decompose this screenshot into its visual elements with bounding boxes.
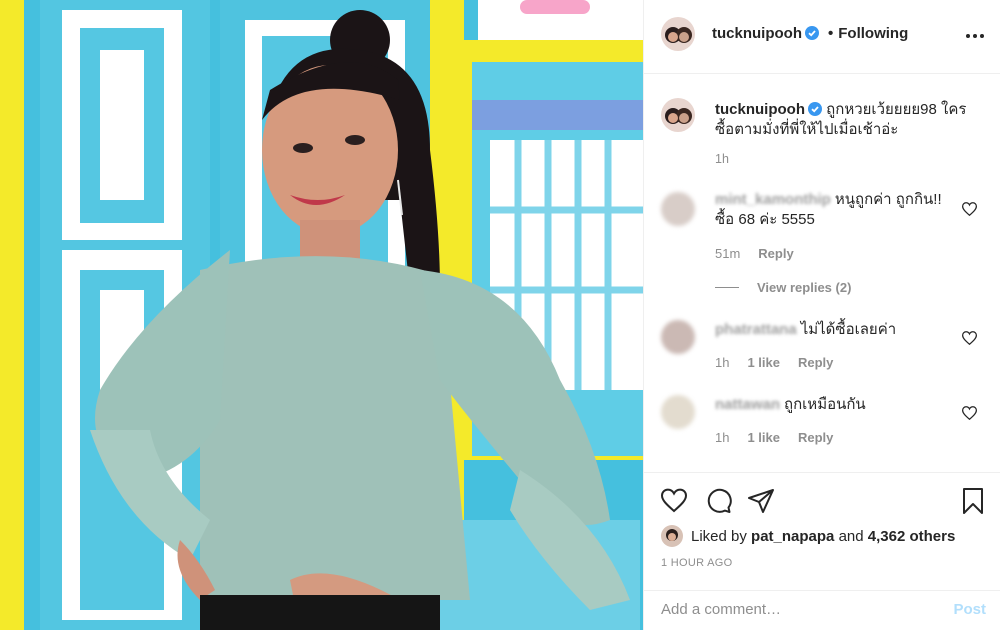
comment-text: phatrattana ไม่ได้ซื้อเลยค่า [715, 320, 955, 340]
comment-likes[interactable]: 1 like [747, 430, 780, 445]
likes-prefix: Liked by [691, 528, 747, 545]
comment-icon[interactable] [704, 487, 732, 515]
author-avatar[interactable] [661, 17, 695, 51]
comment-meta: 51m Reply [715, 246, 812, 261]
commenter-username[interactable]: mint_kamonthip [715, 191, 831, 208]
caption-text: tucknuipooh ถูกหวยเว้ยยยย98 ใครซื้อตามมั… [715, 100, 985, 140]
add-comment-input[interactable] [661, 601, 931, 618]
comment-meta: 1h 1 like Reply [715, 430, 851, 445]
post-timestamp: 1 HOUR AGO [661, 557, 733, 569]
comment-like-heart-icon[interactable] [962, 406, 977, 420]
liker-username[interactable]: pat_napapa [751, 528, 834, 545]
comment-time: 51m [715, 246, 741, 261]
caption-time: 1h [715, 152, 729, 166]
comment-time: 1h [715, 430, 730, 445]
follow-status-button[interactable]: • Following [828, 25, 908, 42]
reply-button[interactable]: Reply [798, 355, 833, 370]
caption-username[interactable]: tucknuipooh [715, 101, 822, 118]
comment-meta: 1h 1 like Reply [715, 355, 851, 370]
more-horizontal-icon[interactable] [964, 26, 986, 46]
likes-others-count[interactable]: 4,362 others [868, 528, 956, 545]
verified-badge-icon [808, 102, 822, 116]
likes-connector: and [838, 528, 864, 545]
liker-avatar[interactable] [661, 525, 683, 547]
comment-text: nattawan ถูกเหมือนกัน [715, 395, 955, 415]
commenter-avatar[interactable] [661, 192, 695, 226]
caption-avatar[interactable] [661, 98, 695, 132]
comment-body: ถูกเหมือนกัน [784, 396, 866, 413]
post-image [0, 0, 643, 630]
comment-time: 1h [715, 355, 730, 370]
comment-like-heart-icon[interactable] [962, 331, 977, 345]
commenter-avatar[interactable] [661, 395, 695, 429]
post-side-panel: tucknuipooh • Following tucknuipooh ถูกหว… [643, 0, 1000, 630]
share-icon[interactable] [747, 487, 775, 515]
view-replies-button[interactable]: View replies (2) [715, 280, 851, 295]
likes-summary: Liked by pat_napapa and 4,362 others [661, 525, 955, 547]
author-username[interactable]: tucknuipooh [712, 25, 819, 42]
reply-button[interactable]: Reply [758, 246, 793, 261]
verified-badge-icon [805, 26, 819, 40]
post-photo[interactable] [0, 0, 643, 630]
heart-icon[interactable] [660, 487, 688, 515]
reply-button[interactable]: Reply [798, 430, 833, 445]
post-header: tucknuipooh • Following [644, 0, 1000, 74]
add-comment-bar: Post [644, 590, 1000, 630]
commenter-username[interactable]: phatrattana [715, 321, 797, 338]
replies-divider [715, 287, 739, 288]
post-comment-button[interactable]: Post [953, 601, 986, 618]
comment-text: mint_kamonthip หนูถูกค่า ถูกกิน!! ซื้อ 68… [715, 190, 955, 230]
comment-like-heart-icon[interactable] [962, 202, 977, 216]
comment-likes[interactable]: 1 like [747, 355, 780, 370]
commenter-username[interactable]: nattawan [715, 396, 780, 413]
bookmark-icon[interactable] [959, 487, 987, 515]
comment-body: ไม่ได้ซื้อเลยค่า [800, 321, 897, 338]
commenter-avatar[interactable] [661, 320, 695, 354]
